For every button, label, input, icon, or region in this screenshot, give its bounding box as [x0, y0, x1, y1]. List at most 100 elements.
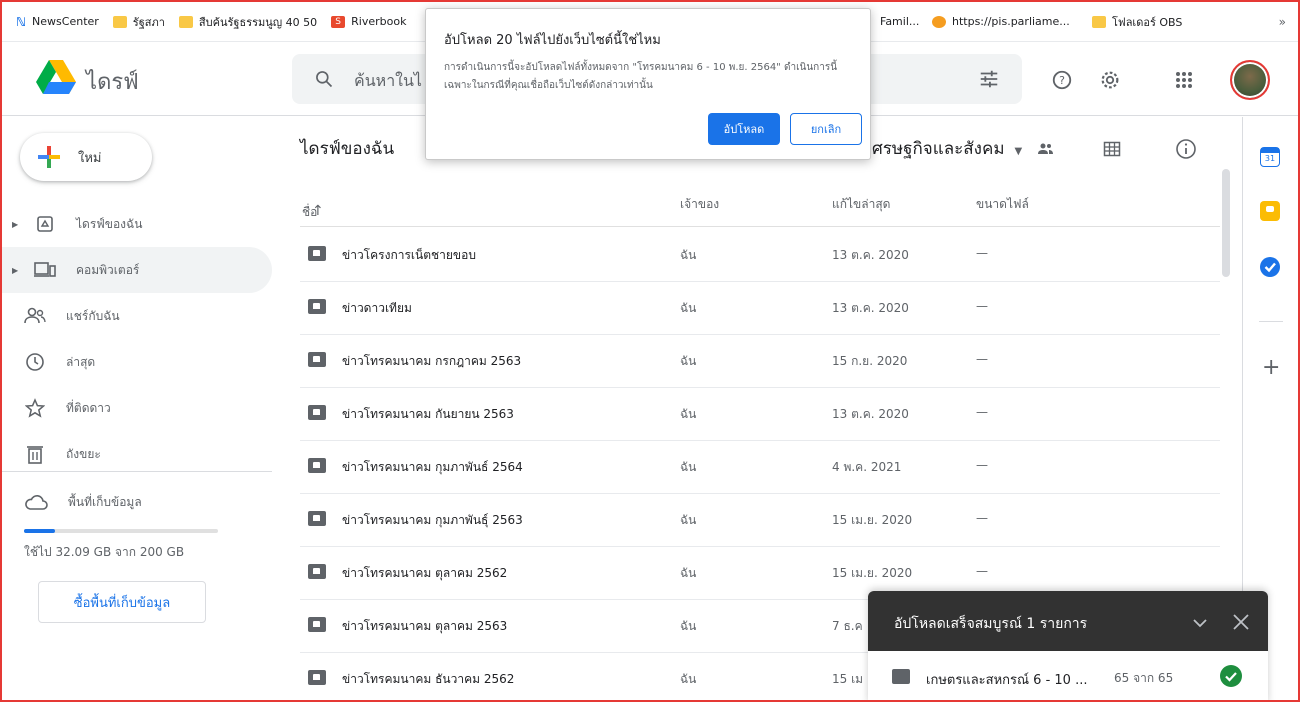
sidebar-divider: [2, 471, 272, 472]
bookmark-obs-folder[interactable]: โฟลเดอร์ OBS: [1092, 13, 1182, 31]
table-row[interactable]: ข่าวโทรคมนาคม กันยายน 2563 ฉัน 13 ต.ค. 202…: [300, 388, 1220, 441]
keep-icon[interactable]: [1260, 201, 1280, 221]
details-button[interactable]: [1174, 137, 1198, 161]
bookmark-constitution[interactable]: สืบค้นรัฐธรรมนูญ 40 50: [178, 13, 317, 31]
storage-section[interactable]: พื้นที่เก็บข้อมูล ใช้ไป 32.09 GB จาก 200…: [24, 487, 264, 562]
storage-progress-bar: [24, 529, 218, 533]
sidebar: ใหม่ ▶ ไดรฟ์ของฉัน ▶ คอมพิวเตอร์ แชร์กับ…: [2, 117, 282, 700]
search-options-icon[interactable]: [978, 68, 1000, 90]
grid-view-button[interactable]: [1100, 137, 1124, 161]
breadcrumb-current-folder[interactable]: ศรษฐกิจและสังคม ▼: [872, 135, 1022, 162]
sidebar-item-starred[interactable]: ที่ติดดาว: [2, 385, 272, 431]
bookmark-family[interactable]: Famil...: [880, 15, 919, 28]
news-icon: ℕ: [16, 14, 27, 29]
folder-icon: [112, 15, 127, 28]
storage-usage-text: ใช้ไป 32.09 GB จาก 200 GB: [24, 545, 185, 559]
sidebar-item-my-drive[interactable]: ▶ ไดรฟ์ของฉัน: [2, 201, 272, 247]
shared-folder-icon: [308, 458, 326, 473]
check-circle-icon: [1220, 665, 1242, 687]
shared-folder-icon: [308, 564, 326, 579]
upload-status-header: อัปโหลดเสร็จสมบูรณ์ 1 รายการ: [868, 591, 1268, 651]
storage-progress-fill: [24, 529, 56, 533]
share-button[interactable]: [1034, 137, 1058, 161]
shared-folder-icon: [308, 299, 326, 314]
sidebar-nav: ▶ ไดรฟ์ของฉัน ▶ คอมพิวเตอร์ แชร์กับฉัน ล…: [2, 201, 272, 477]
table-row[interactable]: ข่าวโทรคมนาคม กุมภาพันธุ์ 2563 ฉัน 15 เม.ย…: [300, 494, 1220, 547]
star-icon: [24, 397, 46, 419]
buy-storage-button[interactable]: ซื้อพื้นที่เก็บข้อมูล: [38, 581, 206, 623]
scrollbar-thumb[interactable]: [1222, 169, 1230, 277]
sidebar-item-computers[interactable]: ▶ คอมพิวเตอร์: [2, 247, 272, 293]
upload-status-title: อัปโหลดเสร็จสมบูรณ์ 1 รายการ: [894, 616, 1088, 632]
add-addon-icon[interactable]: +: [1262, 355, 1280, 380]
sidebar-item-shared[interactable]: แชร์กับฉัน: [2, 293, 272, 339]
person-add-icon: [1038, 143, 1053, 154]
upload-item[interactable]: เกษตรและสหกรณ์ 6 - 10 ... 65 จาก 65: [868, 651, 1268, 700]
upload-status-panel: อัปโหลดเสร็จสมบูรณ์ 1 รายการ เกษตรและสหก…: [868, 591, 1268, 700]
shared-folder-icon: [308, 670, 326, 685]
folder-icon: [892, 669, 910, 684]
bookmark-newscenter[interactable]: ℕ NewsCenter: [16, 15, 99, 28]
svg-text:?: ?: [1059, 74, 1065, 87]
expand-caret-icon[interactable]: ▶: [12, 266, 18, 275]
shared-folder-icon: [308, 511, 326, 526]
folder-icon: [1092, 15, 1106, 28]
close-icon[interactable]: [1230, 611, 1252, 633]
app-name: ไดรฟ์: [86, 70, 139, 95]
shop-icon: S: [331, 15, 346, 28]
gear-icon: [1101, 71, 1119, 89]
cancel-button[interactable]: ยกเลิก: [790, 113, 862, 145]
table-row[interactable]: ข่าวโครงการเน็ตชายขอบ ฉัน 13 ต.ค. 2020—: [300, 229, 1220, 282]
shared-icon: [24, 305, 46, 327]
sidebar-item-recent[interactable]: ล่าสุด: [2, 339, 272, 385]
shared-folder-icon: [308, 617, 326, 632]
bookmark-riverbook[interactable]: S Riverbook: [331, 15, 406, 28]
apps-button[interactable]: [1172, 68, 1196, 92]
help-button[interactable]: ?: [1050, 68, 1074, 92]
new-button[interactable]: ใหม่: [20, 133, 152, 181]
info-icon: [1176, 139, 1196, 159]
dialog-body: การดำเนินการนี้จะอัปโหลดไฟล์ทั้งหมดจาก "…: [444, 62, 838, 91]
table-row[interactable]: ข่าวโทรคมนาคม กรกฎาคม 2563 ฉัน 15 ก.ย. 202…: [300, 335, 1220, 388]
face-icon: [932, 15, 946, 28]
breadcrumb-my-drive[interactable]: ไดรฟ์ของฉัน: [300, 135, 394, 162]
expand-caret-icon[interactable]: ▶: [12, 220, 18, 229]
column-size[interactable]: ขนาดไฟล์: [976, 195, 1029, 214]
rail-divider: [1259, 321, 1283, 322]
tasks-icon[interactable]: [1260, 257, 1280, 277]
folder-icon: [178, 15, 193, 28]
drive-logo-icon[interactable]: [36, 60, 76, 94]
shared-folder-icon: [308, 246, 326, 261]
table-row[interactable]: ข่าวดาวเทียม ฉัน 13 ต.ค. 2020—: [300, 282, 1220, 335]
settings-button[interactable]: [1098, 68, 1122, 92]
file-list-header: ชื่อ ↑ เจ้าของ แก้ไขล่าสุด ขนาดไฟล์: [300, 187, 1220, 227]
bookmarks-more-button[interactable]: »: [1279, 15, 1286, 29]
grid-view-icon: [1103, 141, 1121, 157]
shared-folder-icon: [308, 352, 326, 367]
plus-icon: [38, 146, 60, 168]
computer-icon: [34, 259, 56, 281]
new-button-label: ใหม่: [78, 150, 102, 166]
upload-button[interactable]: อัปโหลด: [708, 113, 780, 145]
upload-confirm-dialog: อัปโหลด 20 ไฟล์ไปยังเว็บไซต์นี้ใช่ไหม กา…: [425, 8, 871, 160]
search-icon[interactable]: [314, 69, 334, 89]
upload-item-name: เกษตรและสหกรณ์ 6 - 10 ...: [926, 673, 1088, 688]
column-owner[interactable]: เจ้าของ: [680, 195, 719, 214]
bookmark-pis-parliament[interactable]: https://pis.parliame...: [932, 15, 1070, 28]
chevron-down-icon: ▼: [1014, 146, 1023, 157]
account-avatar[interactable]: [1230, 60, 1270, 100]
search-input[interactable]: ค้นหาในไ: [354, 69, 422, 94]
column-modified[interactable]: แก้ไขล่าสุด: [832, 195, 890, 214]
shared-folder-icon: [308, 405, 326, 420]
sort-arrow-icon[interactable]: ↑: [312, 203, 324, 219]
dialog-title: อัปโหลด 20 ไฟล์ไปยังเว็บไซต์นี้ใช่ไหม: [444, 33, 661, 48]
upload-item-count: 65 จาก 65: [1114, 671, 1174, 685]
chevron-down-icon[interactable]: [1190, 613, 1210, 633]
bookmark-parliament[interactable]: รัฐสภา: [112, 13, 165, 31]
calendar-icon[interactable]: 31: [1260, 147, 1280, 167]
storage-label: พื้นที่เก็บข้อมูล: [68, 494, 142, 509]
table-row[interactable]: ข่าวโทรคมนาคม กุมภาพันธ์ 2564 ฉัน 4 พ.ค. 2…: [300, 441, 1220, 494]
storage-header[interactable]: พื้นที่เก็บข้อมูล: [24, 487, 264, 517]
cloud-icon: [25, 495, 48, 510]
help-icon: ?: [1052, 70, 1072, 90]
